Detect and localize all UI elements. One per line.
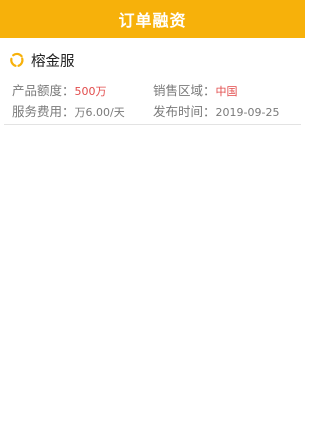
field-value: 中国: [215, 85, 238, 98]
field-value: 万6.00/天: [74, 106, 125, 119]
field-value: 2019-09-25: [215, 106, 280, 119]
card-header: 榕金服: [9, 50, 75, 70]
field-value: 500万: [74, 85, 107, 98]
field-label: 发布时间：: [153, 104, 216, 119]
product-card[interactable]: 榕金服 产品额度： 500万 销售区域： 中国 服务费用： 万6.00/天 发布…: [4, 38, 301, 125]
field-service-fee: 服务费用： 万6.00/天: [12, 101, 125, 120]
field-sales-region: 销售区域： 中国: [153, 80, 238, 99]
field-label: 服务费用：: [12, 104, 75, 119]
field-label: 产品额度：: [12, 83, 75, 98]
page-title: 订单融资: [118, 11, 187, 30]
card-title: 榕金服: [31, 53, 75, 70]
brand-logo-icon: [9, 52, 25, 68]
field-product-amount: 产品额度： 500万: [12, 80, 107, 99]
top-header-bar: 订单融资: [0, 0, 305, 38]
field-label: 销售区域：: [153, 83, 216, 98]
field-publish-date: 发布时间： 2019-09-25: [153, 101, 279, 120]
